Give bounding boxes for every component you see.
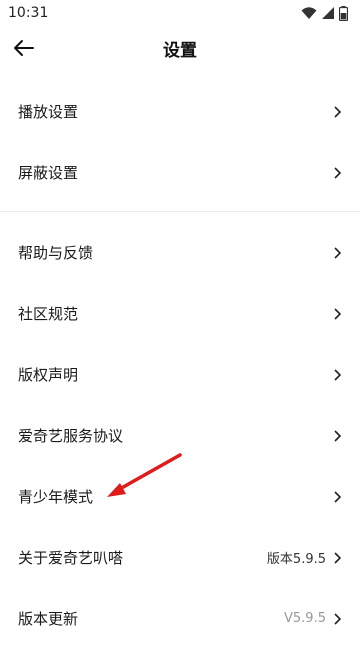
settings-item-playback[interactable]: 播放设置 xyxy=(0,81,360,142)
chevron-right-icon xyxy=(334,368,342,381)
chevron-right-icon xyxy=(334,246,342,259)
wifi-icon xyxy=(301,7,317,19)
settings-item-label: 青少年模式 xyxy=(18,488,94,506)
settings-item-help-feedback[interactable]: 帮助与反馈 xyxy=(0,222,360,283)
chevron-right-icon xyxy=(334,551,342,564)
chevron-right-icon xyxy=(334,612,342,625)
settings-item-label: 屏蔽设置 xyxy=(18,164,79,182)
settings-item-community-rules[interactable]: 社区规范 xyxy=(0,283,360,344)
update-version-value: V5.9.5 xyxy=(284,611,326,626)
status-bar: 10:31 xyxy=(0,0,360,26)
version-value: 版本5.9.5 xyxy=(266,552,326,567)
section-divider xyxy=(0,211,360,212)
chevron-right-icon xyxy=(334,429,342,442)
status-icons xyxy=(301,5,348,21)
page-title: 设置 xyxy=(163,40,197,61)
chevron-right-icon xyxy=(334,307,342,320)
settings-item-label: 版权声明 xyxy=(18,366,79,384)
settings-item-about[interactable]: 关于爱奇艺叭嗒 版本5.9.5 xyxy=(0,527,360,588)
settings-item-label: 关于爱奇艺叭嗒 xyxy=(18,549,124,567)
settings-item-teen-mode[interactable]: 青少年模式 xyxy=(0,466,360,527)
back-button[interactable] xyxy=(8,32,40,64)
settings-item-label: 播放设置 xyxy=(18,103,79,121)
back-arrow-icon xyxy=(14,40,34,56)
settings-item-copyright[interactable]: 版权声明 xyxy=(0,344,360,405)
settings-item-block[interactable]: 屏蔽设置 xyxy=(0,142,360,203)
settings-item-label: 爱奇艺服务协议 xyxy=(18,427,124,445)
signal-icon xyxy=(322,7,334,19)
status-time: 10:31 xyxy=(8,5,49,21)
header: 设置 xyxy=(0,26,360,70)
chevron-right-icon xyxy=(334,166,342,179)
settings-section-1: 播放设置 屏蔽设置 xyxy=(0,81,360,203)
settings-item-label: 帮助与反馈 xyxy=(18,244,94,262)
chevron-right-icon xyxy=(334,490,342,503)
chevron-right-icon xyxy=(334,105,342,118)
settings-item-label: 社区规范 xyxy=(18,305,79,323)
settings-item-label: 版本更新 xyxy=(18,610,79,628)
settings-section-2: 帮助与反馈 社区规范 版权声明 爱奇艺服务协议 青少年模式 关于爱奇艺叭嗒 版本… xyxy=(0,222,360,649)
battery-icon xyxy=(339,5,348,21)
settings-item-service-agreement[interactable]: 爱奇艺服务协议 xyxy=(0,405,360,466)
settings-item-version-update[interactable]: 版本更新 V5.9.5 xyxy=(0,588,360,649)
